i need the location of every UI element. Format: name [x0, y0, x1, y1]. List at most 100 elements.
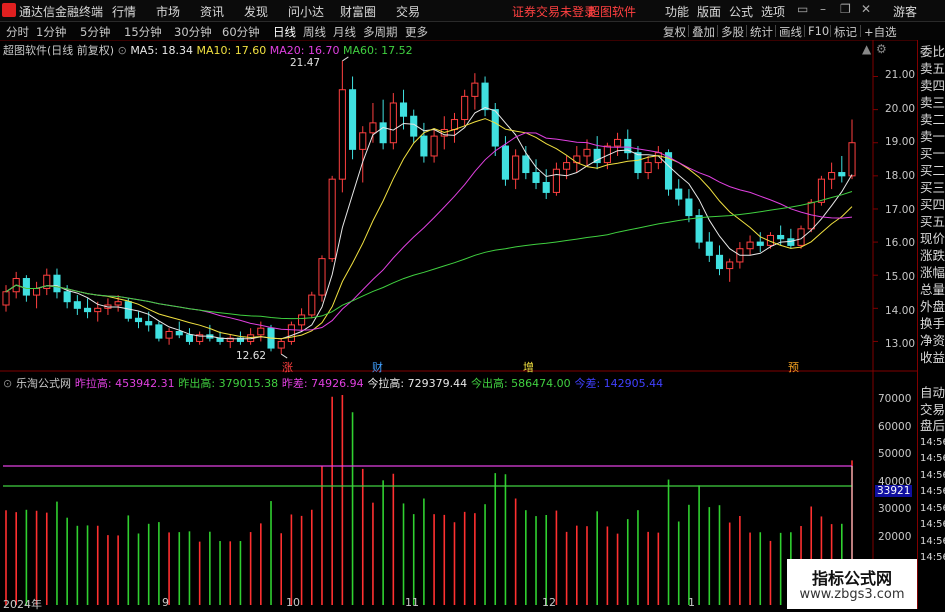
menu-discover[interactable]: 发现	[244, 3, 268, 20]
kline-chart[interactable]	[0, 40, 917, 609]
high-price-annotation: 21.47	[290, 57, 321, 69]
event-increase[interactable]: 增	[523, 359, 534, 375]
quote-field-label: 买二	[920, 163, 945, 178]
tool-mark[interactable]: 标记	[834, 24, 857, 40]
candle-body	[277, 340, 285, 349]
menu-options[interactable]: 选项	[761, 3, 785, 20]
candle-body	[583, 148, 591, 157]
candle-body	[593, 148, 601, 164]
candle-body	[2, 291, 10, 306]
tool-adjust[interactable]: 复权	[663, 24, 686, 40]
period-intraday[interactable]: 分时	[6, 24, 29, 40]
toolbar-separator	[860, 25, 861, 37]
candle-body	[787, 238, 795, 246]
candle-body	[308, 294, 316, 316]
menu-formula[interactable]: 公式	[729, 3, 753, 20]
event-financial[interactable]: 财	[372, 359, 383, 375]
watermark: 指标公式网 www.zbgs3.com	[787, 559, 917, 609]
quote-field-label: 换手	[920, 316, 945, 331]
menu-quotes[interactable]: 行情	[112, 3, 136, 20]
quote-field-label: 卖二	[920, 112, 945, 127]
menu-market[interactable]: 市场	[156, 3, 180, 20]
toolbar-separator	[746, 25, 747, 37]
candle-body	[542, 181, 550, 193]
candle-body	[328, 178, 336, 260]
candle-body	[522, 155, 530, 174]
quote-field-label: 涨幅	[920, 265, 945, 280]
quote-field-label: 卖四	[920, 78, 945, 93]
volume-axis-label: 20000	[878, 531, 912, 543]
app-logo-icon	[2, 3, 16, 17]
menu-icon[interactable]: ▭	[797, 2, 808, 16]
menu-assistant[interactable]: 问小达	[288, 3, 324, 20]
period-weekly[interactable]: 周线	[303, 24, 326, 40]
chart-settings-icon[interactable]: ⚙	[876, 42, 887, 56]
date-label: 10	[286, 596, 300, 609]
candle-body	[777, 234, 785, 240]
chart-menu-icon[interactable]: ▲	[862, 42, 871, 56]
indicator-yesterday-out: 昨出高: 379015.38	[178, 377, 279, 390]
period-15min[interactable]: 15分钟	[124, 24, 162, 40]
menu-layout[interactable]: 版面	[697, 3, 721, 20]
tick-time-label: 14:56	[920, 552, 945, 563]
candle-body	[461, 95, 469, 121]
tool-overlay[interactable]: 叠加	[692, 24, 715, 40]
candle-body	[185, 334, 194, 342]
candle-body	[450, 119, 459, 130]
indicator-today-diff: 今差: 142905.44	[574, 377, 664, 390]
period-60min[interactable]: 60分钟	[222, 24, 260, 40]
candle-body	[165, 331, 173, 339]
legend-ma60: MA60: 17.52	[342, 44, 413, 57]
low-price-annotation: 12.62	[236, 350, 267, 362]
menu-news[interactable]: 资讯	[200, 3, 224, 20]
candle-body	[348, 89, 357, 150]
watermark-url: www.zbgs3.com	[799, 587, 905, 602]
legend-toggle-icon[interactable]: ⊙	[3, 377, 12, 390]
period-5min[interactable]: 5分钟	[80, 24, 110, 40]
period-multi[interactable]: 多周期	[363, 24, 398, 40]
menu-wealth-circle[interactable]: 财富圈	[340, 3, 376, 20]
tool-f10[interactable]: F10	[808, 24, 829, 38]
candle-body	[726, 261, 734, 270]
event-limit-up[interactable]: 涨	[282, 359, 293, 375]
close-icon[interactable]: ✕	[861, 2, 871, 16]
candle-body	[83, 307, 92, 313]
tool-add-favorite[interactable]: +自选	[864, 24, 897, 40]
app-title: 通达信金融终端	[19, 5, 104, 19]
login-warning[interactable]: 证券交易未登录	[512, 3, 596, 20]
candle-body	[63, 291, 71, 303]
tick-time-label: 14:56	[920, 502, 945, 514]
menu-function[interactable]: 功能	[665, 3, 689, 20]
tool-multi-stock[interactable]: 多股	[721, 24, 744, 40]
candle-body	[756, 241, 764, 246]
quote-field-label: 外盘	[920, 299, 945, 314]
candles	[2, 60, 856, 355]
date-label: 11	[405, 596, 419, 609]
price-axis-label: 13.00	[885, 338, 916, 350]
candle-body	[134, 317, 143, 323]
quote-field-label: 卖三	[920, 95, 945, 110]
quote-field-label: 买一	[920, 146, 945, 161]
candle-body	[563, 162, 571, 170]
menu-trade[interactable]: 交易	[396, 3, 420, 20]
candle-body	[491, 109, 499, 147]
candle-body	[257, 327, 265, 336]
period-daily[interactable]: 日线	[273, 24, 296, 40]
legend-toggle-icon[interactable]: ⊙	[118, 44, 127, 57]
period-1min[interactable]: 1分钟	[36, 24, 66, 40]
minimize-icon[interactable]: –	[820, 2, 826, 16]
guest-label[interactable]: 游客	[893, 3, 917, 20]
tool-draw[interactable]: 画线	[779, 24, 802, 40]
price-axis-label: 18.00	[885, 170, 916, 182]
menu-bar: 通达信金融终端 行情 市场 资讯 发现 问小达 财富圈 交易 证券交易未登录 超…	[0, 0, 945, 22]
period-more[interactable]: 更多	[405, 24, 428, 40]
event-forecast[interactable]: 预	[788, 359, 799, 375]
restore-icon[interactable]: ❐	[840, 2, 851, 16]
candle-body	[53, 274, 61, 293]
tool-statistics[interactable]: 统计	[750, 24, 773, 40]
candle-body	[399, 102, 408, 117]
ma20-line	[5, 132, 853, 331]
period-30min[interactable]: 30分钟	[174, 24, 212, 40]
candle-body	[532, 172, 540, 183]
period-monthly[interactable]: 月线	[333, 24, 356, 40]
